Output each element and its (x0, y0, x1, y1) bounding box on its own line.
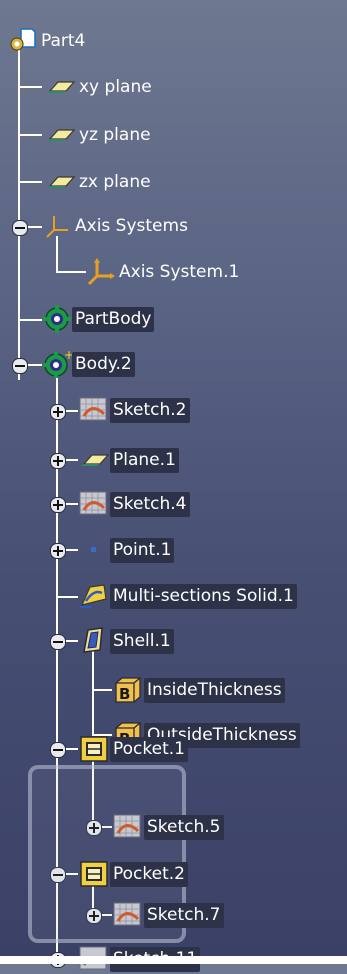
tree-node-point-1[interactable]: Point.1 (78, 535, 175, 565)
tree-node-label: PartBody (72, 306, 155, 332)
pocket-icon (78, 734, 110, 764)
tree-node-zx-plane[interactable]: zx plane (44, 167, 154, 197)
tree-node-shell-1[interactable]: Shell.1 (78, 626, 174, 656)
tree-node-label: Part4 (41, 30, 86, 51)
plane-icon (44, 172, 76, 192)
expand-toggle-sketch-4[interactable] (50, 497, 66, 513)
tree-node-pocket-1[interactable]: Pocket.1 (78, 734, 188, 764)
tree-node-multi-sections-solid-1[interactable]: Multi-sections Solid.1 (78, 581, 297, 611)
tree-node-label: Shell.1 (110, 628, 174, 654)
body-gear-icon: + (42, 349, 72, 379)
plane-icon (44, 77, 76, 97)
collapse-toggle-pocket-1[interactable] (50, 742, 66, 758)
tree-node-partbody[interactable]: PartBody (42, 304, 155, 334)
tree-node-xy-plane[interactable]: xy plane (44, 72, 155, 102)
sketch-icon (112, 813, 144, 841)
tree-node-axis-systems[interactable]: Axis Systems (44, 211, 191, 241)
svg-text:B: B (119, 685, 130, 703)
tree-node-label: Axis Systems (75, 215, 188, 236)
tree-node-label: Plane.1 (110, 447, 179, 473)
tree-node-label: Pocket.2 (110, 861, 188, 887)
plane-icon (44, 125, 76, 145)
tree-node-inside-thickness[interactable]: B InsideThickness (112, 675, 285, 705)
svg-text:+: + (64, 349, 72, 362)
thickness-icon: B (112, 675, 144, 705)
tree-node-label: Sketch.7 (144, 902, 224, 928)
axis-systems-icon (44, 212, 72, 240)
tree-node-sketch-7[interactable]: Sketch.7 (112, 900, 224, 930)
tree-node-label: InsideThickness (144, 677, 285, 703)
tree-node-label: yz plane (79, 124, 151, 145)
point-icon (78, 536, 110, 564)
plane-icon (78, 450, 110, 470)
sketch-icon (78, 490, 110, 518)
expand-toggle-plane-1[interactable] (50, 453, 66, 469)
shell-icon (78, 626, 110, 656)
tree-node-label: Body.2 (72, 351, 135, 377)
tree-node-body-2[interactable]: + Body.2 (42, 349, 135, 379)
tree-node-label: Multi-sections Solid.1 (110, 583, 297, 609)
tree-node-pocket-2[interactable]: Pocket.2 (78, 859, 188, 889)
pocket-icon (78, 859, 110, 889)
sketch-icon (78, 396, 110, 424)
axis-system-icon (86, 257, 116, 287)
specification-tree: Part4 xy plane yz plane zx plane Axis Sy… (0, 0, 347, 972)
tree-node-part4[interactable]: Part4 (8, 26, 88, 56)
collapse-toggle-body-2[interactable] (12, 358, 28, 374)
tree-node-label: xy plane (79, 76, 152, 97)
multi-sections-solid-icon (78, 581, 110, 611)
tree-node-label: zx plane (79, 171, 151, 192)
body-gear-icon (42, 304, 72, 334)
tree-node-label: Point.1 (110, 537, 175, 563)
part-icon (8, 27, 38, 55)
collapse-toggle-shell-1[interactable] (50, 634, 66, 650)
panel-bottom-edge (0, 956, 347, 964)
tree-node-plane-1[interactable]: Plane.1 (78, 445, 179, 475)
tree-node-sketch-5[interactable]: Sketch.5 (112, 812, 224, 842)
sketch-icon (112, 901, 144, 929)
tree-node-label: Sketch.5 (144, 814, 224, 840)
tree-node-sketch-2[interactable]: Sketch.2 (78, 395, 190, 425)
tree-node-label: Sketch.2 (110, 397, 190, 423)
expand-toggle-sketch-2[interactable] (50, 404, 66, 420)
tree-node-sketch-4[interactable]: Sketch.4 (78, 489, 190, 519)
tree-node-label: Sketch.4 (110, 491, 190, 517)
collapse-toggle-axis-systems[interactable] (12, 220, 28, 236)
tree-node-yz-plane[interactable]: yz plane (44, 120, 154, 150)
tree-node-label: Pocket.1 (110, 736, 188, 762)
tree-node-axis-system-1[interactable]: Axis System.1 (86, 257, 242, 287)
tree-node-label: Axis System.1 (119, 261, 240, 282)
expand-toggle-point-1[interactable] (50, 543, 66, 559)
